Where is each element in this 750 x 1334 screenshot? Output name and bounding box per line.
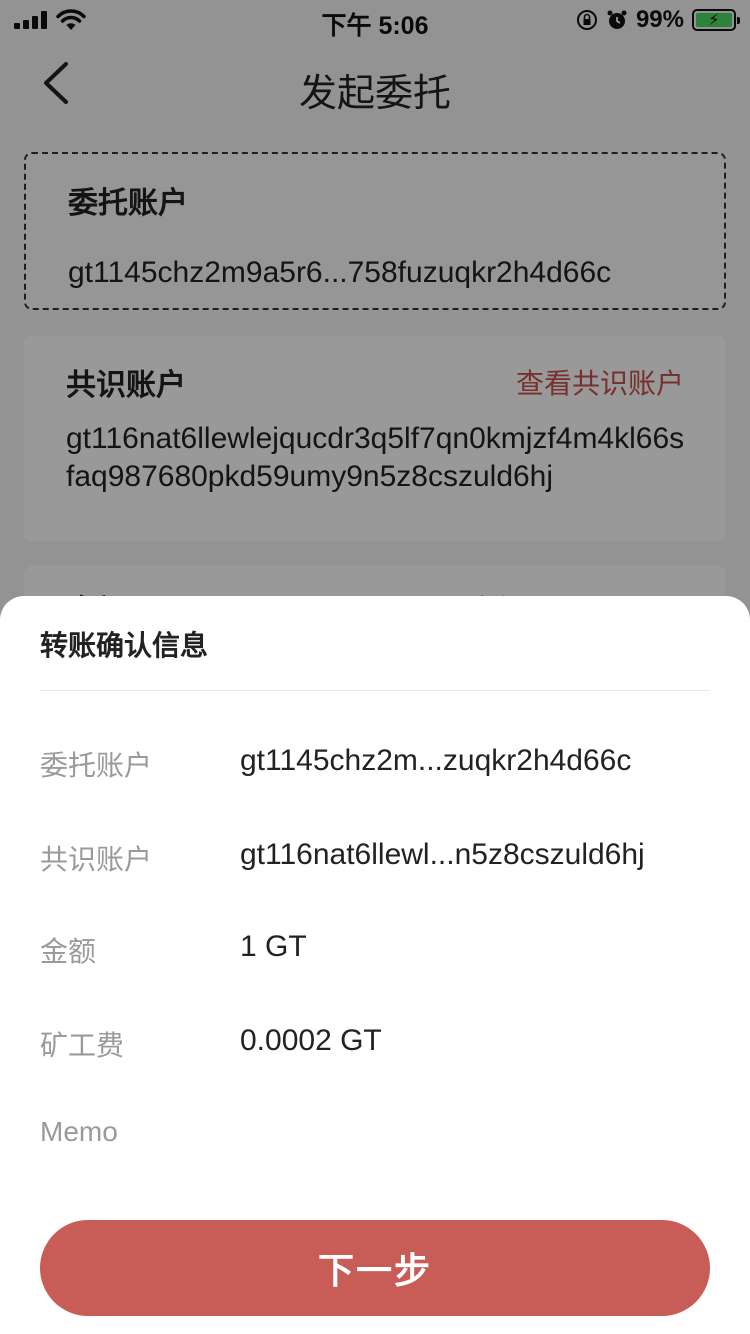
- sheet-title: 转账确认信息: [40, 630, 209, 661]
- row-value: 0.0002 GT: [240, 1024, 382, 1057]
- row-value: gt116nat6llewl...n5z8cszuld6hj: [240, 838, 645, 871]
- row-label: Memo: [40, 1116, 118, 1147]
- row-value: 1 GT: [240, 930, 307, 963]
- row-label: 共识账户: [40, 844, 153, 875]
- row-label: 矿工费: [40, 1030, 125, 1061]
- row-label: 金额: [40, 936, 97, 967]
- row-consensus: 共识账户 gt116nat6llewl...n5z8cszuld6hj: [40, 838, 710, 882]
- row-amount: 金额 1 GT: [40, 930, 710, 974]
- divider: [40, 690, 710, 691]
- row-memo: Memo: [40, 1116, 710, 1160]
- row-label: 委托账户: [40, 750, 153, 781]
- row-delegator: 委托账户 gt1145chz2m...zuqkr2h4d66c: [40, 744, 710, 788]
- next-button[interactable]: 下一步: [40, 1220, 710, 1316]
- row-value: gt1145chz2m...zuqkr2h4d66c: [240, 744, 632, 777]
- confirm-sheet: 转账确认信息 委托账户 gt1145chz2m...zuqkr2h4d66c 共…: [0, 596, 750, 1334]
- row-fee: 矿工费 0.0002 GT: [40, 1024, 710, 1068]
- screen: 下午 5:06 99% ⚡ 发起委托 委托账户 gt1145chz2m9a5r6…: [0, 0, 750, 1334]
